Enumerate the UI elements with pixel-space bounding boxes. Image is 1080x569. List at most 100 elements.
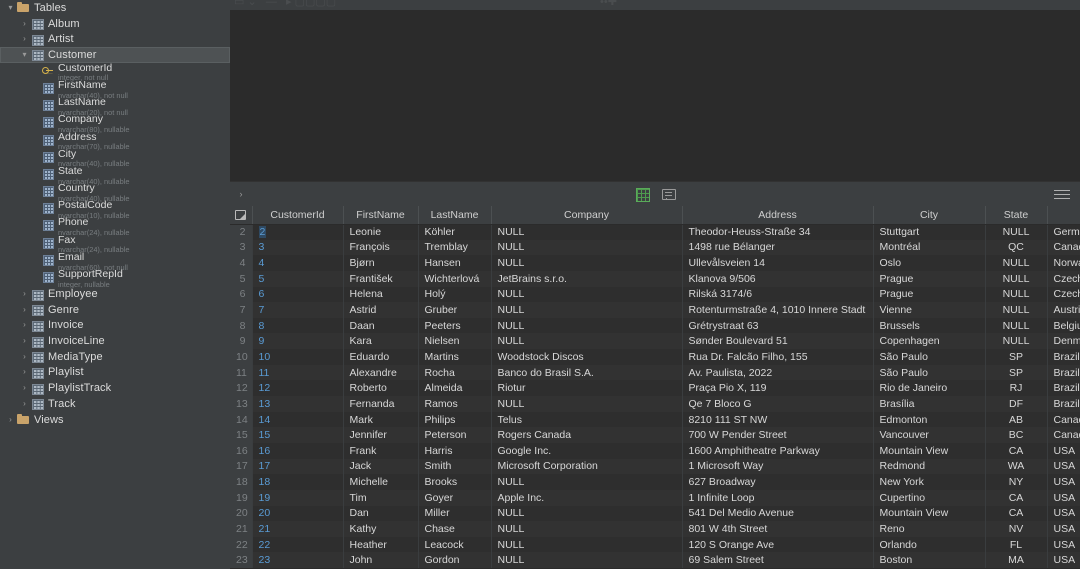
cell-country[interactable]: Germany [1047,224,1080,240]
tree-node-table-playlisttrack[interactable]: › PlaylistTrack [0,380,230,396]
cell-state[interactable]: QC [985,239,1048,256]
cell-state[interactable]: CA [985,505,1048,522]
cell-address[interactable]: Rua Dr. Falcão Filho, 155 [682,349,874,365]
chevron-right-icon[interactable]: › [18,384,31,392]
cell-company[interactable]: NULL [491,317,683,334]
cell-country[interactable]: Denmark [1047,333,1080,350]
column-header-address[interactable]: Address [682,206,874,225]
tree-node-table-employee[interactable]: › Employee [0,286,230,302]
table-row[interactable]: 18 18 Michelle Brooks NULL 627 Broadway New Yo… [230,474,1080,490]
cell-country[interactable]: Czech Republic [1047,286,1080,303]
cell-customerid[interactable]: 19 [252,489,344,506]
cell-lastname[interactable]: Peterson [418,427,492,443]
tree-node-column-fax[interactable]: Fax nvarchar(24), nullable [0,235,230,254]
cell-lastname[interactable]: Miller [418,505,492,522]
cell-company[interactable]: Rogers Canada [491,427,683,443]
cell-lastname[interactable]: Smith [418,458,492,475]
cell-state[interactable]: SP [985,349,1048,365]
cell-company[interactable]: Microsoft Corporation [491,458,683,475]
tree-node-table-artist[interactable]: › Artist [0,31,230,47]
cell-firstname[interactable]: Leonie [343,224,419,240]
cell-company[interactable]: Woodstock Discos [491,349,683,365]
cell-country[interactable]: Canada [1047,411,1080,428]
cell-firstname[interactable]: Jack [343,458,419,475]
tree-node-column-lastname[interactable]: LastName nvarchar(20), not null [0,97,230,116]
cell-state[interactable]: NULL [985,333,1048,350]
cell-city[interactable]: Boston [873,552,986,569]
cell-address[interactable]: Theodor-Heuss-Straße 34 [682,224,874,240]
cell-firstname[interactable]: Heather [343,536,419,553]
cell-lastname[interactable]: Wichterlová [418,270,492,287]
cell-country[interactable]: Brazil [1047,380,1080,397]
tree-node-column-postalcode[interactable]: PostalCode nvarchar(10), nullable [0,200,230,219]
cell-city[interactable]: Oslo [873,255,986,271]
cell-customerid[interactable]: 23 [252,552,344,569]
cell-firstname[interactable]: Roberto [343,380,419,397]
cell-company[interactable]: Google Inc. [491,442,683,459]
cell-lastname[interactable]: Tremblay [418,239,492,256]
cell-country[interactable]: Canada [1047,239,1080,256]
column-header-lastname[interactable]: LastName [418,206,492,225]
cell-city[interactable]: Redmond [873,458,986,475]
cell-firstname[interactable]: Mark [343,411,419,428]
cell-lastname[interactable]: Hansen [418,255,492,271]
hamburger-menu-icon[interactable] [1054,188,1070,200]
cell-state[interactable]: SP [985,364,1048,381]
cell-firstname[interactable]: Fernanda [343,396,419,412]
cell-lastname[interactable]: Gordon [418,552,492,569]
cell-company[interactable]: NULL [491,224,683,240]
chevron-right-icon[interactable]: › [18,368,31,376]
cell-company[interactable]: NULL [491,255,683,271]
tree-node-column-email[interactable]: Email nvarchar(60), not null [0,252,230,271]
cell-state[interactable]: BC [985,427,1048,443]
cell-firstname[interactable]: Kara [343,333,419,350]
expand-chevron-icon[interactable]: › [230,189,252,199]
cell-city[interactable]: Brasília [873,396,986,412]
results-menu-button[interactable] [1054,188,1080,200]
cell-state[interactable]: NULL [985,286,1048,303]
cell-state[interactable]: NULL [985,270,1048,287]
table-row[interactable]: 10 10 Eduardo Martins Woodstock Discos Rua Dr… [230,349,1080,365]
cell-country[interactable]: Brazil [1047,396,1080,412]
cell-address[interactable]: 1600 Amphitheatre Parkway [682,442,874,459]
cell-country[interactable]: USA [1047,489,1080,506]
cell-company[interactable]: NULL [491,286,683,303]
cell-state[interactable]: FL [985,536,1048,553]
tree-node-table-mediatype[interactable]: › MediaType [0,349,230,365]
cell-firstname[interactable]: Tim [343,489,419,506]
cell-customerid[interactable]: 17 [252,458,344,475]
cell-lastname[interactable]: Holý [418,286,492,303]
cell-company[interactable]: JetBrains s.r.o. [491,270,683,287]
cell-customerid[interactable]: 22 [252,536,344,553]
cell-firstname[interactable]: Astrid [343,302,419,318]
column-header-country[interactable]: Country [1047,206,1080,225]
cell-customerid[interactable]: 13 [252,396,344,412]
cell-company[interactable]: NULL [491,302,683,318]
cell-country[interactable]: Czech Republic [1047,270,1080,287]
cell-country[interactable]: Brazil [1047,349,1080,365]
cell-state[interactable]: NULL [985,317,1048,334]
database-explorer-sidebar[interactable]: ▾ Tables › Album › Artist ▾ Customer Cus… [0,0,230,569]
cell-country[interactable]: USA [1047,442,1080,459]
chevron-down-icon[interactable]: ▾ [18,50,31,59]
cell-country[interactable]: Belgium [1047,317,1080,334]
table-row[interactable]: 23 23 John Gordon NULL 69 Salem Street Boston M… [230,552,1080,569]
cell-address[interactable]: Qe 7 Bloco G [682,396,874,412]
cell-city[interactable]: Vienne [873,302,986,318]
cell-lastname[interactable]: Brooks [418,474,492,490]
cell-country[interactable]: USA [1047,505,1080,522]
cell-country[interactable]: Austria [1047,302,1080,318]
column-header-firstname[interactable]: FirstName [343,206,419,225]
cell-address[interactable]: Av. Paulista, 2022 [682,364,874,381]
table-row[interactable]: 7 7 Astrid Gruber NULL Rotenturmstraße 4, 101… [230,302,1080,318]
tree-node-table-invoiceline[interactable]: › InvoiceLine [0,333,230,349]
cell-customerid[interactable]: 12 [252,380,344,397]
cell-company[interactable]: NULL [491,396,683,412]
chevron-right-icon[interactable]: › [4,415,17,424]
tree-node-column-phone[interactable]: Phone nvarchar(24), nullable [0,217,230,237]
cell-address[interactable]: 8210 111 ST NW [682,411,874,428]
cell-customerid[interactable]: 11 [252,364,344,381]
cell-firstname[interactable]: František [343,270,419,287]
cell-firstname[interactable]: Frank [343,442,419,459]
cell-address[interactable]: Sønder Boulevard 51 [682,333,874,350]
